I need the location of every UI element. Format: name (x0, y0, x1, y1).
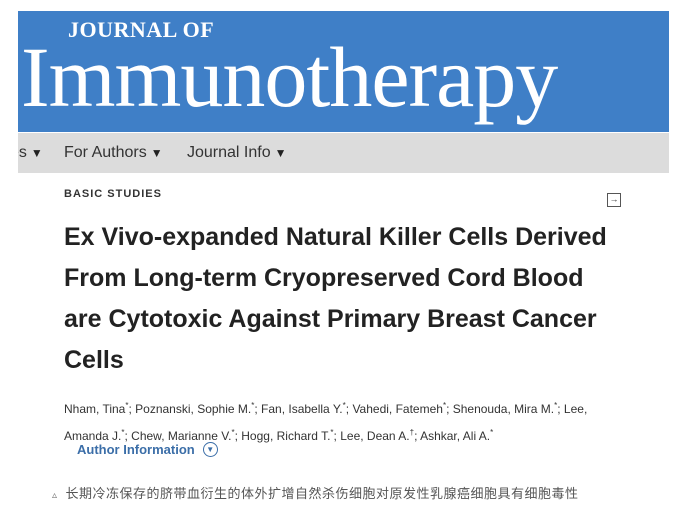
affiliation-mark: * (330, 428, 334, 437)
article-title: Ex Vivo-expanded Natural Killer Cells De… (64, 223, 607, 374)
author[interactable]: Ashkar, Ali A.* (420, 428, 494, 443)
author[interactable]: Nham, Tina* (64, 401, 129, 416)
nav-item-for-authors[interactable]: For Authors ▼ (64, 133, 163, 173)
nav-item-label: For Authors (64, 144, 147, 161)
author-name: Vahedi, Fatemeh (352, 402, 443, 416)
author[interactable]: Poznanski, Sophie M.* (135, 401, 255, 416)
affiliation-mark: * (121, 428, 125, 437)
affiliation-mark: * (442, 401, 447, 410)
chevron-down-icon: ▼ (274, 146, 287, 160)
main-nav: es ▼ For Authors ▼ Journal Info ▼ (18, 133, 669, 173)
author-name: Poznanski, Sophie M. (135, 402, 252, 416)
author-name: Nham, Tina (64, 402, 126, 416)
author-list: Nham, Tina*; Poznanski, Sophie M.*; Fan,… (64, 401, 588, 443)
affiliation-mark: * (251, 401, 255, 410)
export-icon[interactable]: → (607, 193, 621, 207)
author-name: Shenouda, Mira M. (452, 402, 555, 416)
triangle-icon: ▵ (52, 490, 58, 501)
affiliation-mark: * (342, 401, 346, 410)
author[interactable]: Shenouda, Mira M.* (452, 401, 558, 416)
nav-item-label: Journal Info (187, 144, 271, 161)
chevron-down-icon: ▼ (150, 146, 163, 160)
nav-item-label: es (18, 144, 27, 161)
author[interactable]: Hogg, Richard T.* (241, 428, 334, 443)
nav-item-journal-info[interactable]: Journal Info ▼ (187, 133, 287, 173)
affiliation-mark: † (409, 428, 415, 437)
author-information-toggle[interactable]: Author Information ▼ (77, 442, 218, 457)
author-name: Hogg, Richard T. (241, 429, 331, 443)
chevron-down-icon: ▼ (30, 146, 43, 160)
author-name: Lee, Dean A. (340, 429, 410, 443)
caption: ▵ 长期冷冻保存的脐带血衍生的体外扩增自然杀伤细胞对原发性乳腺癌细胞具有细胞毒性 (52, 483, 579, 502)
article-category: BASIC STUDIES (64, 188, 162, 200)
author-name: Chew, Marianne V. (131, 429, 232, 443)
caption-text: 长期冷冻保存的脐带血衍生的体外扩增自然杀伤细胞对原发性乳腺癌细胞具有细胞毒性 (65, 486, 579, 501)
author[interactable]: Lee, Dean A.† (340, 428, 415, 443)
nav-item-issues[interactable]: es ▼ (18, 133, 43, 173)
author-name: Ashkar, Ali A. (420, 429, 491, 443)
author[interactable]: Chew, Marianne V.* (131, 428, 235, 443)
author-information-label: Author Information (77, 442, 195, 457)
journal-name: Immunotherapy (21, 29, 558, 125)
affiliation-mark: * (231, 428, 235, 437)
author[interactable]: Vahedi, Fatemeh* (352, 401, 447, 416)
journal-banner: JOURNAL OF Immunotherapy (18, 11, 669, 132)
affiliation-mark: * (125, 401, 129, 410)
affiliation-mark: * (554, 401, 558, 410)
author-name: Fan, Isabella Y. (261, 402, 343, 416)
author[interactable]: Fan, Isabella Y.* (261, 401, 346, 416)
affiliation-mark: * (490, 428, 494, 437)
chevron-down-circle-icon: ▼ (202, 442, 218, 457)
